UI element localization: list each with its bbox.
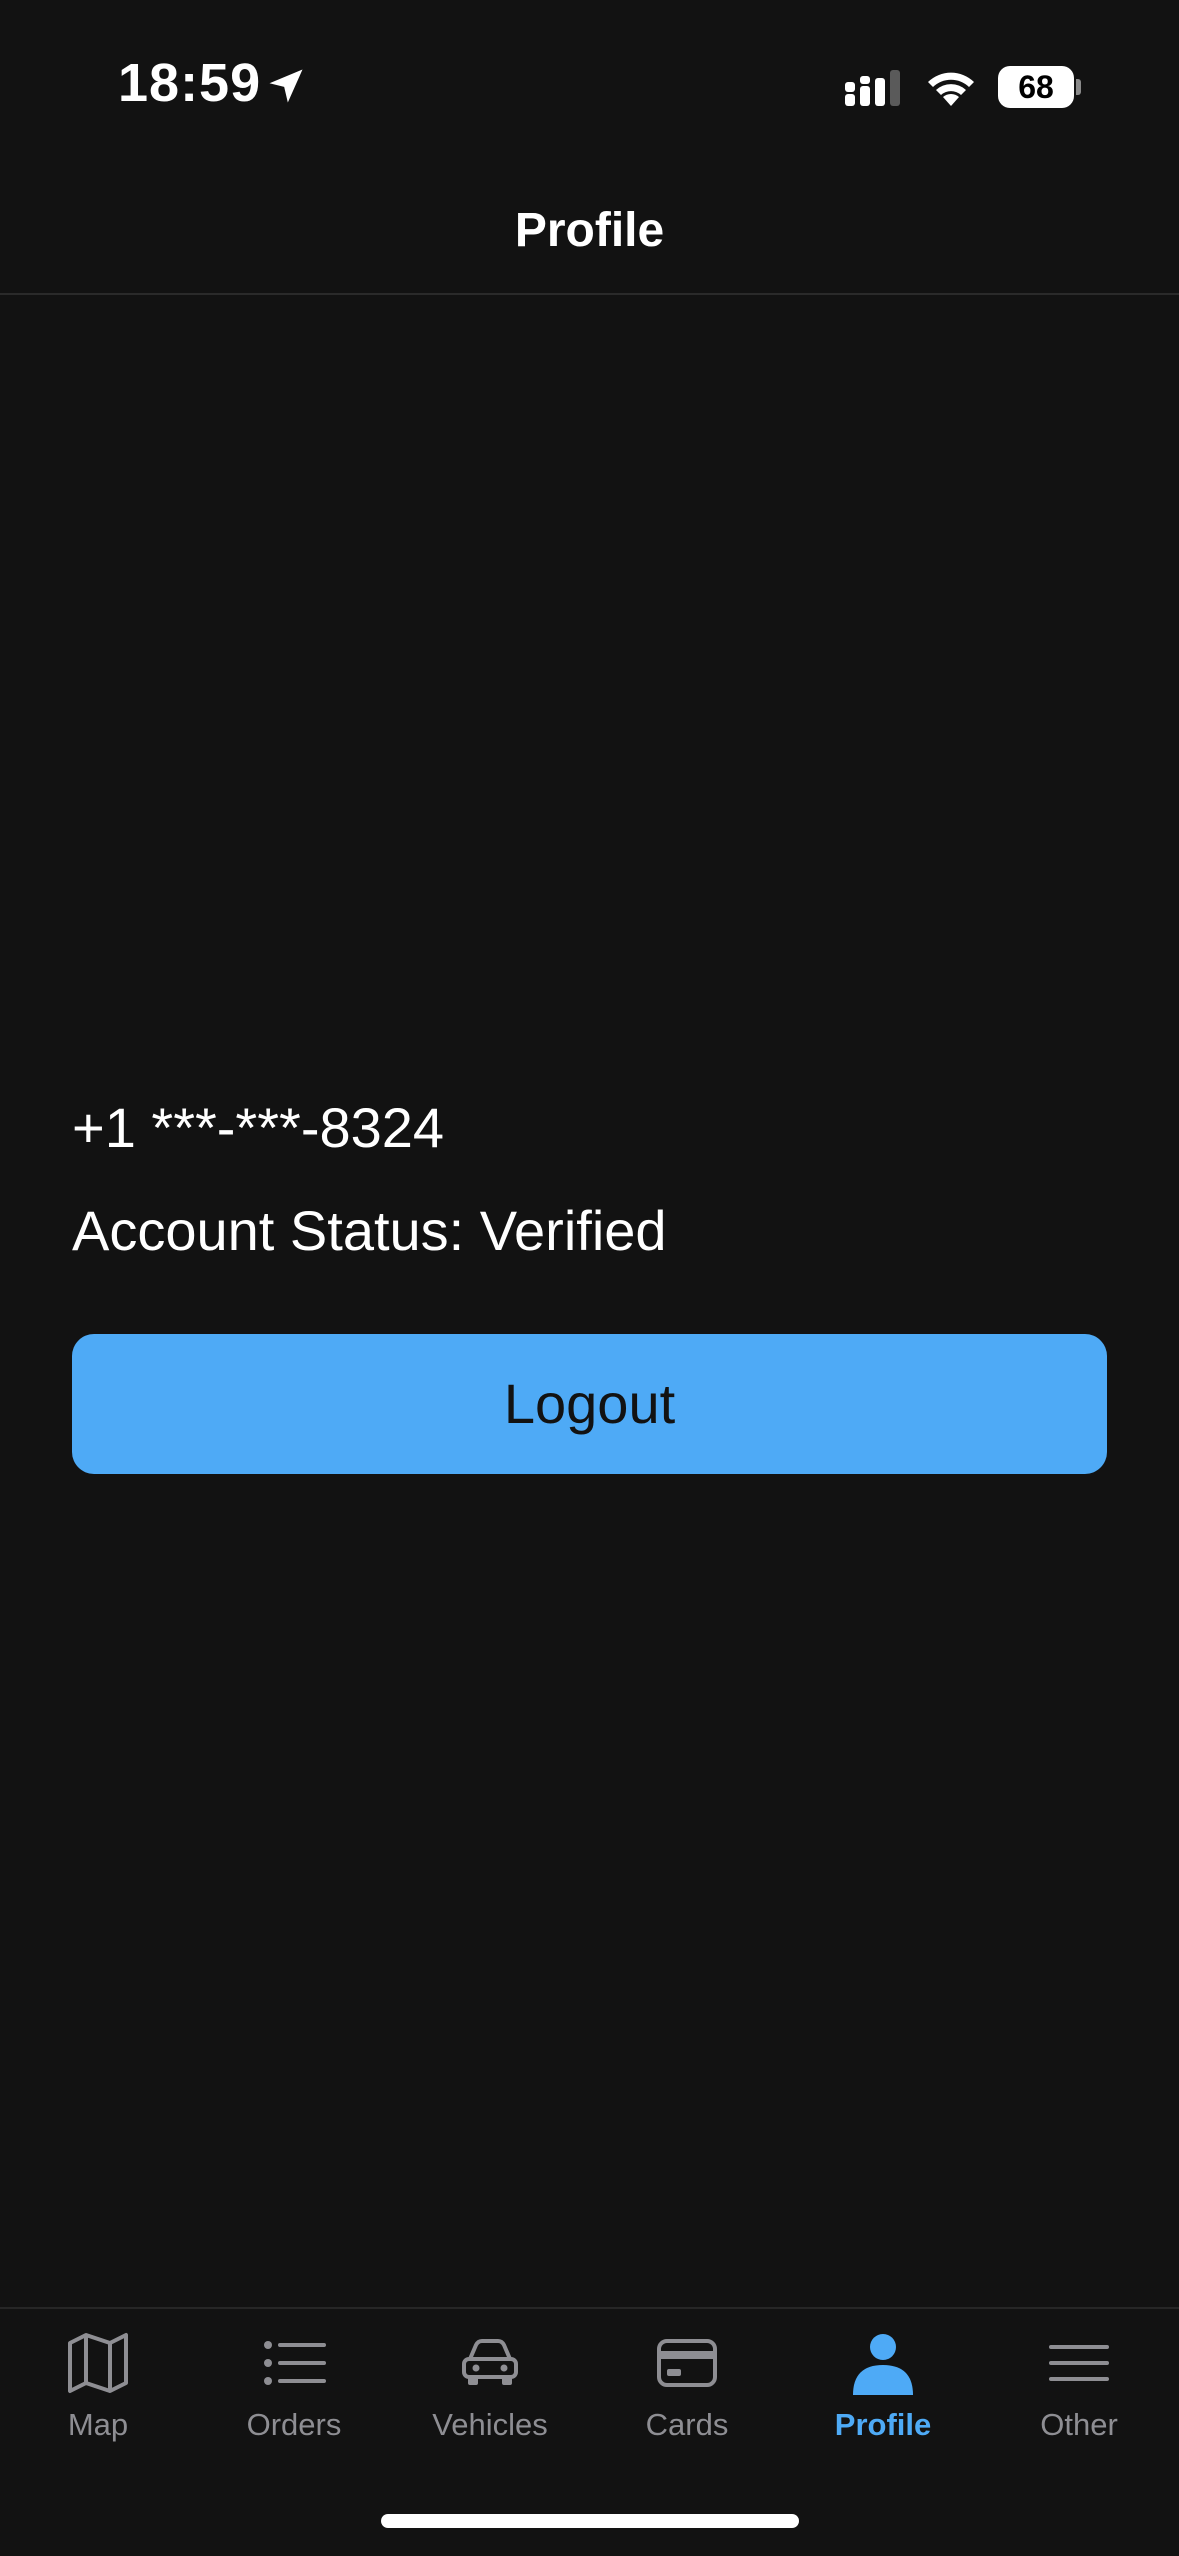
tab-label-map: Map [67, 2407, 129, 2442]
cellular-signal-icon [845, 70, 900, 106]
tab-label-other: Other [1040, 2407, 1118, 2442]
car-icon [462, 2339, 518, 2385]
phone-number: +1 ***-***-8324 [72, 1096, 445, 1159]
card-icon [657, 2339, 717, 2387]
menu-icon [1049, 2345, 1109, 2381]
home-indicator[interactable] [381, 2514, 799, 2528]
tab-other[interactable]: Other [981, 2309, 1177, 2469]
battery-level: 68 [998, 66, 1074, 108]
map-icon [68, 2333, 128, 2393]
nav-header: Profile [0, 175, 1179, 295]
wifi-icon [928, 72, 974, 106]
tab-label-orders: Orders [246, 2407, 342, 2442]
tab-vehicles[interactable]: Vehicles [392, 2309, 588, 2469]
tab-label-cards: Cards [645, 2407, 729, 2442]
page-title: Profile [514, 204, 665, 257]
logout-button[interactable]: Logout [72, 1334, 1107, 1474]
tab-label-profile: Profile [834, 2407, 932, 2442]
battery-icon: 68 [998, 66, 1081, 108]
tab-label-vehicles: Vehicles [432, 2407, 548, 2442]
status-time: 18:59 [118, 53, 262, 113]
location-arrow-icon [269, 69, 303, 103]
tab-map[interactable]: Map [0, 2309, 196, 2469]
list-icon [264, 2341, 326, 2385]
account-status: Account Status: Verified [72, 1199, 667, 1262]
tab-cards[interactable]: Cards [589, 2309, 785, 2469]
tab-orders[interactable]: Orders [196, 2309, 392, 2469]
battery-cap [1076, 79, 1081, 95]
status-bar: 18:59 68 [0, 0, 1179, 175]
person-icon [853, 2334, 913, 2395]
tab-profile[interactable]: Profile [785, 2309, 981, 2469]
